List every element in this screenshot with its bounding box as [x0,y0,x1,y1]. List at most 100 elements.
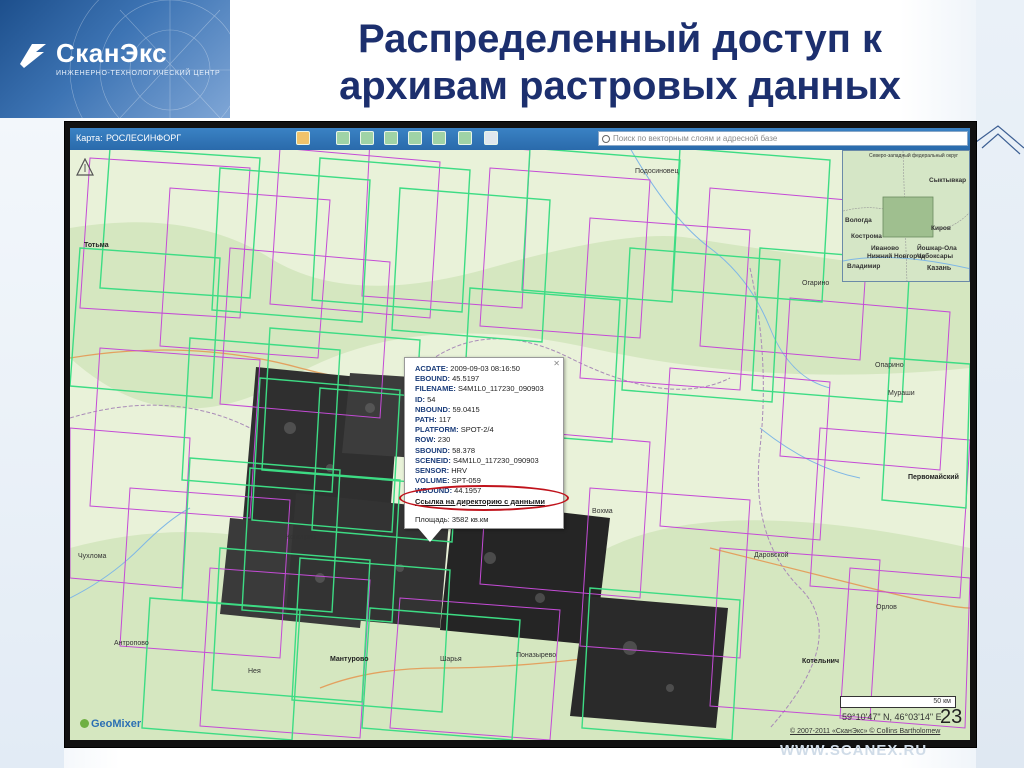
place-label: Опарино [875,362,904,369]
place-label: Антропово [114,640,149,647]
field-key: VOLUME: [415,476,450,486]
popup-pointer [418,528,442,542]
field-value: 2009-09-03 08:16:50 [450,364,520,373]
field-value: 45.5197 [452,374,480,384]
scale-bar: 50 км [840,696,956,708]
layers-icon[interactable] [296,131,310,145]
page-number: 23 [940,706,963,728]
field-key: PATH: [415,415,437,425]
popup-field-row: PATH: 117 [415,415,557,425]
layer-name[interactable]: РОСЛЕСИНФОРГ [106,133,181,143]
map-label: Карта: [76,133,103,143]
close-icon[interactable]: ✕ [553,359,560,369]
place-label: Орлов [876,604,897,611]
field-key: SBOUND: [415,445,450,455]
print-icon[interactable] [484,131,498,145]
coordinates-readout: 59°10'47" N, 46°03'14" E [842,712,942,722]
geomixer-text: GeoMixer [91,718,142,730]
place-label: Подосиновец [635,168,679,175]
save-icon[interactable] [336,131,350,145]
minimap-label: Чебоксары [917,253,954,260]
popup-field-row: EBOUND: 45.5197 [415,374,557,384]
decor-swoosh [976,125,1024,155]
minimap-label: Киров [931,225,951,232]
popup-field-row: NBOUND: 59.0415 [415,405,557,415]
popup-field-row: ID: 54 [415,395,557,405]
place-label: Нея [248,668,261,675]
field-key: PLATFORM: [415,425,459,435]
minimap-label: Сыктывкар [929,177,967,184]
popup-attribute-list: ACDATE: 2009-09-03 08:16:50 EBOUND: 45.51… [415,364,557,497]
geomixer-logo: GeoMixer [80,718,141,730]
place-label: Мантурово [330,656,369,663]
popup-field-row: PLATFORM: SPOT-2/4 [415,425,557,435]
place-label: Поназырево [516,652,557,659]
slide-title: Распределенный доступ к архивам растровы… [240,16,1000,110]
link-icon[interactable] [408,131,422,145]
minimap-label: Вологда [845,217,872,224]
field-value: S4M1L0_117230_090903 [457,384,544,394]
scanex-logo-icon [20,44,46,68]
minimap-label: Йошкар-Ола [917,245,957,252]
popup-field-row: SBOUND: 58.378 [415,446,557,456]
popup-field-row: FILENAME: S4M1L0_117230_090903 [415,384,557,394]
minimap-label: Северо-западный федеральный округ [869,153,959,159]
field-key: NBOUND: [415,404,451,414]
place-label: Первомайский [908,474,959,481]
minimap-label: Казань [927,265,952,272]
place-label: Чухлома [78,553,107,560]
left-decor-stripe [0,118,64,768]
title-line-2: архивам растровых данных [339,64,901,108]
link-highlight-ellipse [399,485,569,511]
minimap-label: Иваново [871,245,899,252]
field-value: SPOT-2/4 [460,425,494,435]
field-key: ROW: [415,435,436,445]
field-value: 230 [437,435,451,445]
field-key: SCENEID: [415,455,451,465]
place-label: Мураши [888,390,915,397]
field-value: HRV [451,466,467,476]
search-icon [602,135,610,143]
field-value: 54 [427,394,436,404]
copyright-link[interactable]: © 2007-2011 «СканЭкс» © Collins Bartholo… [790,728,940,735]
field-key: EBOUND: [415,374,450,384]
right-decor-stripe [976,0,1024,768]
field-key: ACDATE: [415,364,449,373]
download-icon[interactable] [458,131,472,145]
popup-field-row: ACDATE: 2009-09-03 08:16:50 [415,364,557,374]
place-label: Огарино [802,280,830,287]
draw-icon[interactable] [384,131,398,145]
field-key: ID: [415,394,425,404]
title-line-1: Распределенный доступ к [357,17,883,61]
place-label: Котельнич [802,658,840,665]
field-value: 58.378 [452,445,476,455]
field-value: 117 [438,415,451,425]
site-watermark: WWW.SCANEX.RU [780,742,928,759]
place-label: Кологрив [286,534,316,541]
print-area-icon[interactable] [360,131,374,145]
popup-field-row: SCENEID: S4M1L0_117230_090903 [415,456,557,466]
minimap-label: Кострома [851,233,882,240]
popup-field-row: ROW: 230 [415,435,557,445]
company-logo: СканЭкс ИНЖЕНЕРНО-ТЕХНОЛОГИЧЕСКИЙ ЦЕНТР [0,0,230,118]
place-label: Тотьма [84,242,109,249]
geomixer-icon [80,719,89,728]
search-input[interactable]: Поиск по векторным слоям и адресной базе [598,131,968,146]
navigation-control-icon[interactable] [76,158,94,176]
field-key: FILENAME: [415,384,456,394]
field-value: SPT-059 [451,476,481,486]
area-text: Площадь: 3582 кв.км [415,514,489,524]
field-value: S4M1L0_117230_090903 [452,455,539,465]
popup-field-row: SENSOR: HRV [415,466,557,476]
refresh-icon[interactable] [432,131,446,145]
map-viewer[interactable]: Подосиновец Тотьма Огарино Опарино Мураш… [70,128,970,740]
logo-name: СканЭкс [56,38,168,68]
field-key: SENSOR: [415,466,450,476]
place-label: Вохма [592,508,613,515]
search-placeholder: Поиск по векторным слоям и адресной базе [613,134,778,143]
place-label: Даровской [754,552,789,559]
logo-subtitle: ИНЖЕНЕРНО-ТЕХНОЛОГИЧЕСКИЙ ЦЕНТР [56,70,221,77]
minimap-label: Владимир [847,263,881,270]
overview-minimap[interactable]: Северо-западный федеральный округ Сыктыв… [842,150,970,282]
place-label: Шарья [440,656,462,663]
